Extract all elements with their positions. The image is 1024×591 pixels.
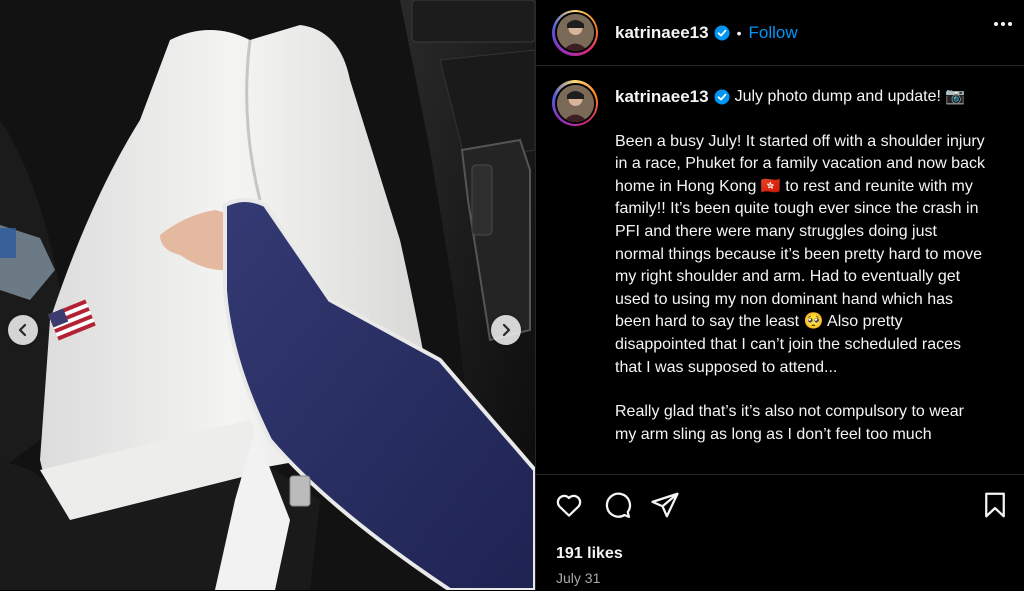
chevron-right-icon: [502, 323, 511, 337]
post-media: [0, 0, 535, 590]
username-link[interactable]: katrinaee13: [615, 23, 709, 43]
heart-icon[interactable]: [554, 490, 584, 525]
verified-badge-icon: [714, 89, 730, 105]
caption-paragraph: Been a busy July! It started off with a …: [615, 132, 985, 376]
caption-headline: July photo dump and update! 📷: [734, 88, 966, 105]
post-photo: [0, 0, 535, 590]
caption-username-link[interactable]: katrinaee13: [615, 86, 709, 109]
post-date[interactable]: July 31: [556, 570, 600, 586]
like-count[interactable]: 191 likes: [556, 545, 623, 563]
more-options-icon[interactable]: [994, 22, 1012, 26]
verified-badge-icon: [714, 25, 730, 41]
next-photo-button[interactable]: [491, 315, 521, 345]
bookmark-icon[interactable]: [980, 490, 1010, 525]
chevron-left-icon: [18, 323, 27, 337]
follow-button[interactable]: Follow: [748, 23, 797, 43]
share-icon[interactable]: [650, 490, 680, 525]
instagram-post-view: katrinaee13 • Follow katrinaee13 July ph…: [0, 0, 1024, 590]
action-bar: 191 likes July 31: [536, 474, 1024, 591]
comment-icon[interactable]: [602, 490, 632, 525]
avatar-image: [556, 14, 594, 51]
separator-dot: •: [736, 24, 742, 41]
caption: katrinaee13 July photo dump and update! …: [552, 80, 1008, 472]
caption-paragraph: Really glad that’s it’s also not compuls…: [615, 403, 964, 443]
caption-avatar[interactable]: [552, 80, 598, 126]
avatar[interactable]: [552, 9, 598, 56]
post-header: katrinaee13 • Follow: [536, 0, 1024, 66]
previous-photo-button[interactable]: [8, 315, 38, 345]
post-side-panel: katrinaee13 • Follow katrinaee13 July ph…: [535, 0, 1024, 590]
